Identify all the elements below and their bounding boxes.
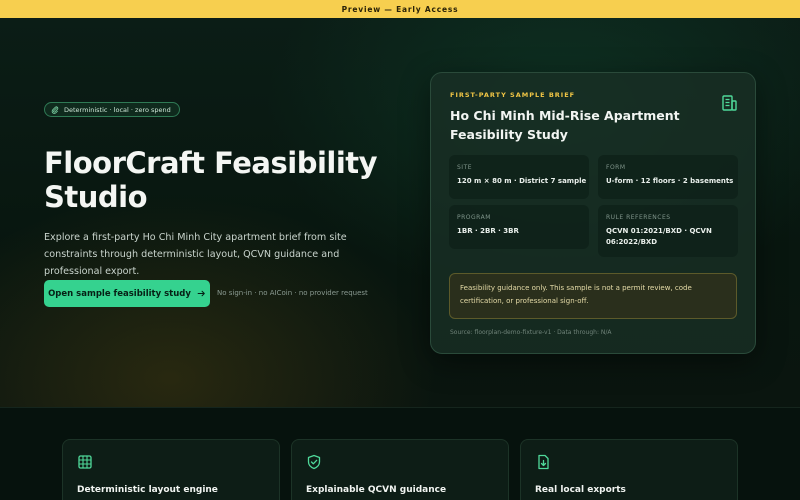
fact-label: RULE REFERENCES bbox=[606, 214, 671, 221]
fact-value: QCVN 01:2021/BXD · QCVN 06:2022/BXD bbox=[606, 227, 712, 246]
sample-brief-card: FIRST-PARTY SAMPLE BRIEF Ho Chi Minh Mid… bbox=[430, 72, 756, 354]
feature-card-layout: Deterministic layout engine bbox=[62, 439, 280, 500]
fact-label: FORM bbox=[606, 164, 626, 171]
download-file-icon bbox=[538, 454, 549, 470]
fact-site: SITE 120 m × 80 m · District 7 sample bbox=[449, 155, 589, 199]
deterministic-pill: Deterministic · local · zero spend bbox=[44, 102, 180, 117]
feature-title: Deterministic layout engine bbox=[77, 485, 218, 495]
page-title: FloorCraft Feasibility Studio bbox=[44, 146, 378, 214]
cta-note: No sign-in · no AICoin · no provider req… bbox=[217, 289, 368, 297]
feature-title: Real local exports bbox=[535, 485, 626, 495]
grid-icon bbox=[78, 455, 92, 469]
fact-label: SITE bbox=[457, 164, 473, 171]
fact-value: 1BR · 2BR · 3BR bbox=[457, 227, 519, 235]
paperclip-icon bbox=[51, 105, 59, 114]
building-icon bbox=[722, 95, 737, 111]
feature-card-exports: Real local exports bbox=[520, 439, 738, 500]
preview-banner-text: Preview — Early Access bbox=[341, 4, 459, 14]
shield-check-icon bbox=[307, 454, 321, 470]
fact-program: PROGRAM 1BR · 2BR · 3BR bbox=[449, 205, 589, 249]
fact-form: FORM U-form · 12 floors · 2 basements bbox=[598, 155, 738, 199]
fact-value: U-form · 12 floors · 2 basements bbox=[606, 177, 734, 185]
feature-title: Explainable QCVN guidance bbox=[306, 485, 447, 495]
pill-label: Deterministic · local · zero spend bbox=[64, 105, 171, 114]
card-source: Source: floorplan-demo-fixture-v1 · Data… bbox=[450, 329, 612, 336]
hero-description: Explore a first-party Ho Chi Minh City a… bbox=[44, 232, 347, 277]
feature-card-qcvn: Explainable QCVN guidance bbox=[291, 439, 509, 500]
open-sample-label: Open sample feasibility study bbox=[48, 288, 191, 299]
fact-value: 120 m × 80 m · District 7 sample bbox=[457, 177, 587, 185]
guidance-notice: Feasibility guidance only. This sample i… bbox=[449, 273, 737, 319]
fact-rule-references: RULE REFERENCES QCVN 01:2021/BXD · QCVN … bbox=[598, 205, 738, 257]
open-sample-button[interactable]: Open sample feasibility study bbox=[44, 280, 210, 307]
arrow-right-icon bbox=[197, 290, 205, 297]
preview-banner: Preview — Early Access bbox=[0, 0, 800, 18]
card-eyebrow: FIRST-PARTY SAMPLE BRIEF bbox=[450, 91, 576, 99]
fact-label: PROGRAM bbox=[457, 214, 491, 221]
card-title: Ho Chi Minh Mid-Rise Apartment Feasibili… bbox=[450, 108, 680, 142]
